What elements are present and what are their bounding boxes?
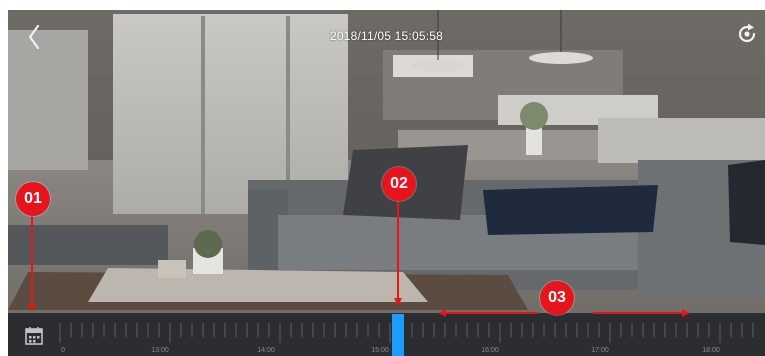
camera-view: 2018/11/05 15:05:58 0 13:00 14:00 15:00 …	[8, 10, 765, 356]
timeline-playhead[interactable]	[392, 314, 404, 356]
timeline-label: 16:00	[481, 347, 499, 354]
callout-02: 02	[382, 167, 416, 201]
timeline-label: 13:00	[151, 347, 169, 354]
calendar-icon	[25, 327, 43, 345]
rotate-button[interactable]	[735, 22, 759, 46]
callout-01: 01	[16, 182, 50, 216]
playback-timeline[interactable]: 0 13:00 14:00 15:00 16:00 17:00 18:00	[8, 313, 765, 356]
rotate-icon	[738, 23, 756, 43]
timeline-label: 14:00	[257, 347, 275, 354]
timeline-label: 15:00	[371, 347, 389, 354]
recording-timestamp: 2018/11/05 15:05:58	[329, 29, 443, 43]
timeline-label: 17:00	[591, 347, 609, 354]
timeline-label: 0	[61, 347, 65, 354]
timeline-label: 18:00	[702, 347, 720, 354]
calendar-button[interactable]	[24, 326, 44, 346]
callout-03: 03	[540, 281, 574, 315]
